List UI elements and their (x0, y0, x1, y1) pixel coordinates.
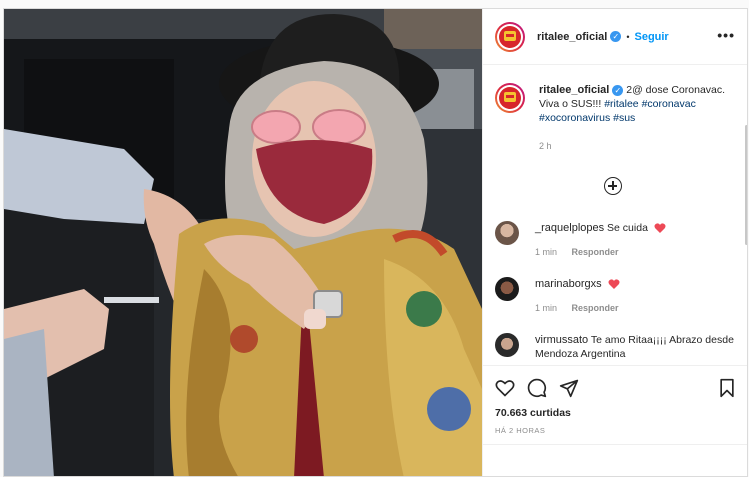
divider (483, 444, 747, 445)
comment-text-block: _raquelplopes Se cuida (535, 221, 735, 235)
commenter-avatar[interactable] (495, 221, 519, 245)
hashtag-link[interactable]: #xocoronavirus (539, 112, 610, 124)
author-username[interactable]: ritalee_oficial (537, 31, 607, 43)
comment-time[interactable]: 1 min (535, 247, 557, 257)
heart-outline-icon[interactable] (495, 378, 515, 398)
bookmark-icon[interactable] (717, 378, 737, 398)
post-photo[interactable] (4, 9, 482, 476)
verified-badge-icon: ✓ (610, 31, 622, 42)
commenter-username[interactable]: _raquelplopes (535, 222, 604, 234)
vaccination-photo (4, 9, 482, 476)
comment-icon[interactable] (527, 378, 547, 398)
red-heart-icon (608, 279, 620, 290)
comments-scrollbar[interactable] (745, 125, 747, 245)
header-separator: • (626, 31, 630, 42)
caption-verified-badge-icon: ✓ (612, 84, 624, 96)
post-timestamp[interactable]: HÁ 2 HORAS (495, 426, 545, 435)
comments-section[interactable]: ritalee_oficial ✓ 2@ dose Coronavac. Viva… (483, 65, 747, 365)
follow-button[interactable]: Seguir (634, 31, 668, 43)
hashtag-link[interactable]: #ritalee (604, 98, 638, 110)
reply-button[interactable]: Responder (572, 247, 619, 257)
plus-circle-icon[interactable] (604, 177, 622, 195)
commenter-avatar[interactable] (495, 333, 519, 357)
caption-author-avatar[interactable] (495, 83, 525, 113)
author-avatar[interactable] (495, 21, 525, 52)
commenter-username[interactable]: marinaborgxs (535, 278, 602, 290)
commenter-username[interactable]: virmussato (535, 334, 588, 346)
post-container: ritalee_oficial ✓ • Seguir ••• ritalee_o… (3, 8, 748, 477)
comment-time[interactable]: 1 min (535, 303, 557, 313)
caption-time[interactable]: 2 h (539, 141, 552, 151)
paper-plane-icon[interactable] (559, 378, 579, 398)
comment-text: Se cuida (607, 222, 648, 234)
reply-button[interactable]: Responder (572, 303, 619, 313)
instagram-post-page: ritalee_oficial ✓ • Seguir ••• ritalee_o… (0, 0, 749, 477)
commenter-avatar[interactable] (495, 277, 519, 301)
caption-text-block: ritalee_oficial ✓ 2@ dose Coronavac. Viva… (539, 83, 739, 125)
post-actions: 70.663 curtidas HÁ 2 HORAS (483, 365, 747, 476)
red-heart-icon (654, 223, 666, 234)
comment-meta: 1 min Responder (535, 303, 631, 313)
hashtag-link[interactable]: #coronavac (642, 98, 696, 110)
hashtag-link[interactable]: #sus (613, 112, 635, 124)
more-options-icon[interactable]: ••• (717, 27, 735, 43)
likes-count[interactable]: 70.663 curtidas (495, 407, 571, 419)
comment-text-block: virmussato Te amo Ritaa¡¡¡¡ Abrazo desde… (535, 333, 735, 361)
comment-meta: 1 min Responder (535, 247, 631, 257)
caption-username[interactable]: ritalee_oficial (539, 84, 609, 96)
post-side-panel: ritalee_oficial ✓ • Seguir ••• ritalee_o… (482, 9, 747, 476)
post-header: ritalee_oficial ✓ • Seguir ••• (483, 9, 747, 65)
comment-text-block: marinaborgxs (535, 277, 735, 291)
